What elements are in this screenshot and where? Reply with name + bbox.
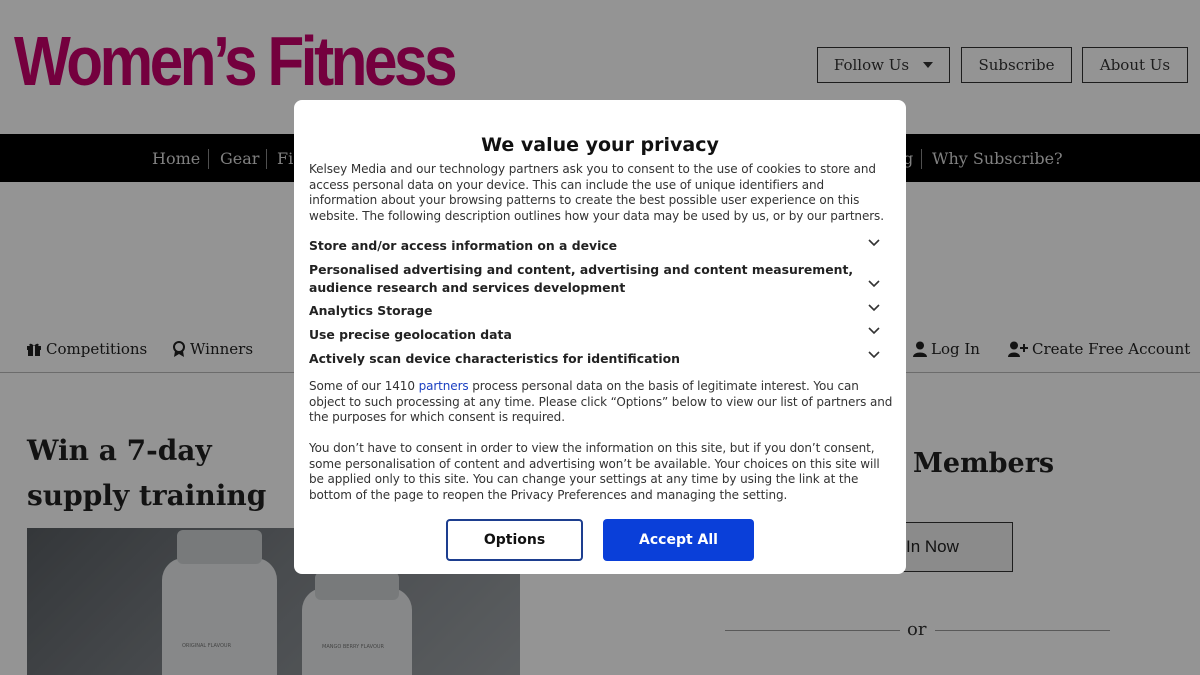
- purpose-device-scan[interactable]: Actively scan device characteristics for…: [309, 350, 854, 368]
- partners-text-before: Some of our 1410: [309, 379, 419, 393]
- chevron-down-icon[interactable]: [867, 347, 881, 361]
- consent-note: You don’t have to consent in order to vi…: [309, 441, 880, 502]
- chevron-down-icon[interactable]: [867, 300, 881, 314]
- dialog-title: We value your privacy: [481, 134, 719, 156]
- partners-link[interactable]: partners: [419, 379, 469, 393]
- chevron-down-icon[interactable]: [867, 235, 881, 249]
- options-button[interactable]: Options: [446, 519, 583, 561]
- privacy-dialog: We value your privacy Kelsey Media and o…: [294, 100, 906, 574]
- partners-paragraph: Some of our 1410 partners process person…: [309, 379, 894, 426]
- purpose-store-access[interactable]: Store and/or access information on a dev…: [309, 237, 854, 255]
- accept-all-button[interactable]: Accept All: [603, 519, 754, 561]
- chevron-down-icon[interactable]: [867, 276, 881, 290]
- purpose-analytics-storage[interactable]: Analytics Storage: [309, 302, 854, 320]
- chevron-down-icon[interactable]: [867, 323, 881, 337]
- dialog-intro: Kelsey Media and our technology partners…: [309, 162, 884, 223]
- purpose-geolocation[interactable]: Use precise geolocation data: [309, 326, 854, 344]
- purpose-personalised-advertising[interactable]: Personalised advertising and content, ad…: [309, 261, 854, 296]
